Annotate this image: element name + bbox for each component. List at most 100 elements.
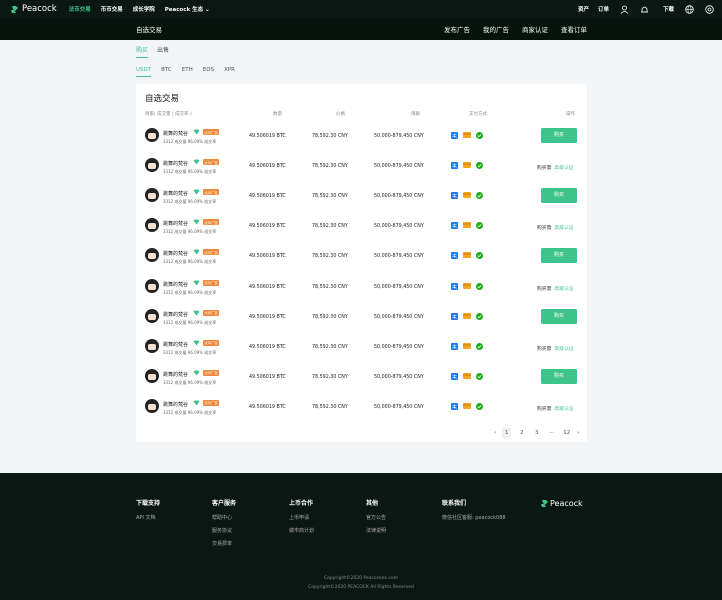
avatar[interactable] — [145, 308, 159, 323]
post-ad-link[interactable]: 发布广告 — [444, 24, 470, 34]
merchant-name[interactable]: 跳舞的梵谷 — [163, 311, 188, 318]
merchant-stats: 3312 成交量 96.09% 成交率 — [163, 169, 217, 175]
nav-ecosystem[interactable]: Peacock 生态 ⌄ — [165, 5, 210, 13]
merchant-stats: 3312 成交量 96.09% 成交率 — [163, 379, 217, 385]
bank-card-icon — [463, 192, 471, 201]
header-action: 操作 — [566, 112, 575, 117]
nav-orders[interactable]: 订单 — [598, 5, 609, 13]
wechat-pay-icon — [476, 162, 483, 171]
merchant-name[interactable]: 跳舞的梵谷 — [163, 250, 188, 257]
support-icon[interactable] — [705, 4, 714, 14]
limit: 50,000-879,450 CNY — [374, 284, 424, 290]
nav-download[interactable]: 下载 — [663, 5, 674, 13]
payment-methods — [451, 312, 488, 322]
limit: 50,000-879,450 CNY — [374, 164, 424, 170]
cert-required-text: 购买需 — [537, 286, 552, 292]
cert-required-text: 购买需 — [537, 346, 552, 352]
top-nav: Peacock 法币交易 币币交易 成长学院 Peacock 生态 ⌄ 资产 订… — [0, 0, 722, 18]
alipay-icon — [451, 342, 458, 352]
footer-col-title: 联系我们 — [442, 500, 467, 507]
merchant-cert-link[interactable]: 商家认证 — [522, 24, 548, 34]
user-icon[interactable] — [620, 5, 629, 14]
page-12[interactable]: 12 — [562, 428, 571, 438]
footer-logo: Peacock — [540, 499, 583, 508]
avatar[interactable] — [145, 188, 159, 203]
page-2[interactable]: 2 — [517, 428, 526, 438]
tab-eth[interactable]: ETH — [182, 67, 193, 77]
avatar[interactable] — [145, 278, 159, 293]
footer-link-fees[interactable]: 交易费率 — [212, 540, 236, 547]
nav-assets[interactable]: 资产 — [578, 5, 589, 13]
footer-link-market-maker[interactable]: 做市商计划 — [289, 527, 314, 534]
advanced-cert-link[interactable]: 高级认证 — [554, 226, 573, 231]
globe-icon[interactable] — [685, 4, 694, 14]
footer-link-help[interactable]: 帮助中心 — [212, 514, 236, 521]
tab-xpr[interactable]: XPR — [224, 67, 235, 77]
ad-tag-badge: 大众广告 — [203, 399, 220, 406]
pagination: ‹ 1 2 3 ··· 12 › — [494, 428, 585, 438]
table-row: 跳舞的梵谷 大众广告 3312 成交量 96.09% 成交率 49.506019… — [136, 151, 587, 181]
merchant-name[interactable]: 跳舞的梵谷 — [163, 371, 188, 378]
page-1[interactable]: 1 — [502, 428, 512, 438]
view-orders-link[interactable]: 查看订单 — [561, 24, 587, 34]
avatar[interactable] — [145, 158, 159, 173]
limit: 50,000-879,450 CNY — [374, 374, 424, 380]
merchant-name[interactable]: 跳舞的梵谷 — [163, 160, 188, 167]
header-quantity: 数量 — [273, 112, 282, 117]
avatar[interactable] — [145, 338, 159, 353]
page-3[interactable]: 3 — [532, 428, 541, 438]
next-page-button[interactable]: › — [577, 430, 579, 436]
avatar[interactable] — [145, 398, 159, 413]
avatar[interactable] — [145, 218, 159, 233]
footer-link-legal[interactable]: 法律说明 — [366, 527, 386, 534]
verified-icon — [193, 310, 200, 316]
footer-link-announcements[interactable]: 官方公告 — [366, 514, 386, 521]
merchant-name[interactable]: 跳舞的梵谷 — [163, 341, 188, 348]
my-ads-link[interactable]: 我的广告 — [483, 24, 509, 34]
tab-btc[interactable]: BTC — [161, 67, 172, 77]
quantity: 49.506019 BTC — [249, 404, 286, 410]
tab-usdt[interactable]: USDT — [136, 67, 152, 77]
advanced-cert-link[interactable]: 高级认证 — [554, 287, 573, 292]
merchant-name[interactable]: 跳舞的梵谷 — [163, 130, 188, 137]
advanced-cert-link[interactable]: 高级认证 — [554, 407, 573, 412]
footer-link-terms[interactable]: 服务协议 — [212, 527, 236, 534]
table-row: 跳舞的梵谷 大众广告 3312 成交量 96.09% 成交率 49.506019… — [136, 181, 587, 211]
buy-button[interactable]: 购买 — [541, 308, 577, 324]
merchant-name[interactable]: 跳舞的梵谷 — [163, 220, 188, 227]
price: 78,592.30 CNY — [312, 134, 348, 139]
advanced-cert-link[interactable]: 高级认证 — [554, 347, 573, 352]
bank-card-icon — [463, 132, 471, 141]
merchant-name[interactable]: 跳舞的梵谷 — [163, 281, 188, 288]
tab-eos[interactable]: EOS — [203, 67, 214, 77]
merchant-name[interactable]: 跳舞的梵谷 — [163, 190, 188, 197]
buy-button[interactable]: 购买 — [541, 188, 577, 204]
prev-page-button[interactable]: ‹ — [494, 430, 496, 436]
footer-link-listing[interactable]: 上币申请 — [289, 514, 314, 521]
tab-sell[interactable]: 出售 — [157, 45, 169, 58]
copyright-line-2: Copyright©2020 PEACOCK All Rights Reserv… — [308, 585, 414, 590]
nav-coin-trade[interactable]: 币币交易 — [101, 5, 123, 13]
table-row: 跳舞的梵谷 大众广告 3312 成交量 96.09% 成交率 49.506019… — [136, 392, 587, 422]
footer-link-api[interactable]: API 文档 — [136, 514, 160, 521]
bank-card-icon — [463, 312, 471, 322]
avatar[interactable] — [145, 248, 159, 263]
buy-button[interactable]: 购买 — [541, 128, 577, 143]
avatar[interactable] — [145, 128, 159, 142]
advanced-cert-link[interactable]: 高级认证 — [554, 166, 573, 171]
verified-icon — [193, 219, 200, 225]
price: 78,592.30 CNY — [312, 164, 348, 170]
tab-buy[interactable]: 购买 — [136, 45, 149, 58]
avatar[interactable] — [145, 368, 159, 383]
logo[interactable]: Peacock — [10, 4, 57, 14]
quantity: 49.506019 BTC — [249, 284, 286, 290]
header-price: 价格 — [336, 112, 345, 117]
bell-icon[interactable] — [640, 5, 649, 14]
copyright-line-1: Copyright©2020 Peacockex.com — [324, 576, 398, 581]
buy-button[interactable]: 购买 — [541, 368, 577, 384]
buy-button[interactable]: 购买 — [541, 248, 577, 264]
nav-fiat-trade[interactable]: 法币交易 — [69, 5, 91, 13]
verified-icon — [193, 280, 200, 286]
merchant-name[interactable]: 跳舞的梵谷 — [163, 401, 188, 408]
nav-academy[interactable]: 成长学院 — [133, 5, 155, 13]
